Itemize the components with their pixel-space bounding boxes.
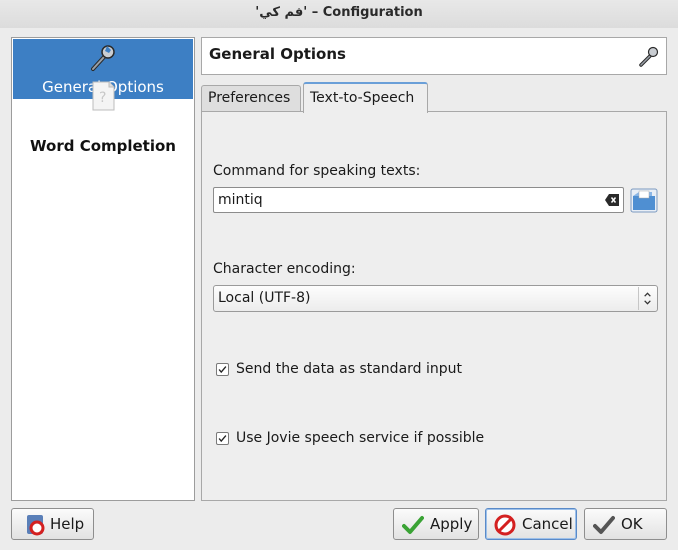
tab-panel-text-to-speech: Command for speaking texts: mintiq Chara… [201,111,667,501]
cancel-icon [494,514,516,536]
ok-label: OK [621,515,643,533]
checkmark-icon [593,516,615,534]
page-title: General Options [209,45,346,63]
window-title: 'فم كي' – Configuration [0,0,678,28]
stdin-label: Send the data as standard input [236,361,463,377]
checkbox-checked[interactable] [216,363,229,376]
page-header: General Options [201,37,667,75]
encoding-value: Local (UTF-8) [218,290,311,306]
chevron-updown-icon [638,287,651,310]
tab-label: Text-to-Speech [310,90,415,106]
checkmark-icon [402,516,424,534]
apply-label: Apply [430,515,473,533]
tab-preferences[interactable]: Preferences [201,85,301,112]
clear-icon[interactable] [605,194,619,206]
wrench-icon [639,46,659,67]
cancel-button[interactable]: Cancel [485,508,577,540]
help-label: Help [50,515,85,533]
apply-button[interactable]: Apply [393,508,479,540]
command-value: mintiq [218,192,263,208]
command-input[interactable]: mintiq [213,187,624,213]
sidebar-item-word-completion[interactable]: ? Word Completion [13,81,193,160]
command-label: Command for speaking texts: [213,163,421,179]
encoding-select[interactable]: Local (UTF-8) [213,285,658,312]
document-icon: ? [92,81,115,111]
ok-button[interactable]: OK [584,508,667,540]
jovie-label: Use Jovie speech service if possible [236,430,485,446]
wrench-icon [91,45,115,71]
svg-text:?: ? [99,90,106,106]
encoding-label: Character encoding: [213,261,356,277]
cancel-label: Cancel [522,515,573,533]
sidebar-item-label: Word Completion [30,137,176,155]
help-lifebuoy-icon [27,515,45,536]
tab-text-to-speech[interactable]: Text-to-Speech [303,82,428,113]
sidebar: General Options ? Word Completion [11,37,195,501]
help-button[interactable]: Help [11,508,94,540]
tab-label: Preferences [208,90,291,106]
checkbox-checked[interactable] [216,432,229,445]
folder-open-icon[interactable] [630,186,658,214]
